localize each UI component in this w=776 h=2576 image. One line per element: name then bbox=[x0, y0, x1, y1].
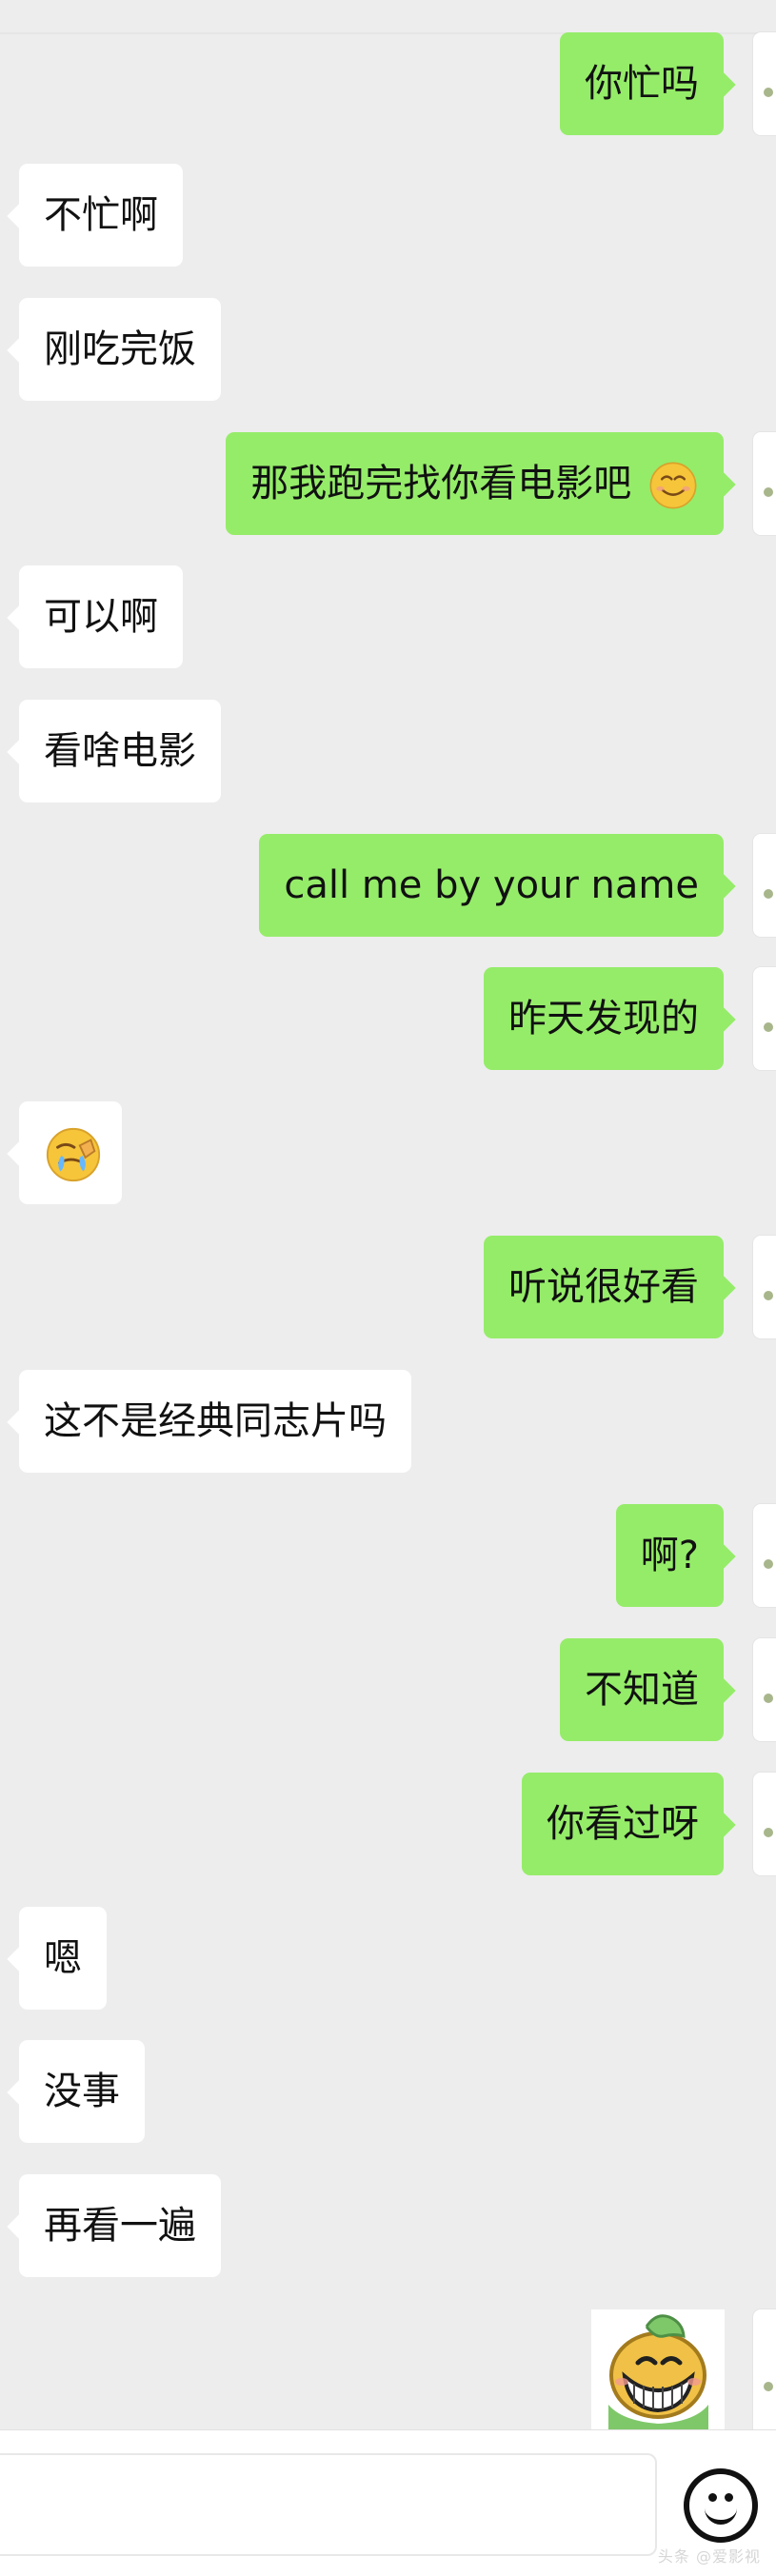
avatar-marker bbox=[764, 1022, 773, 1032]
facepalm-emoji-icon bbox=[46, 1127, 101, 1182]
message-text: 可以啊 bbox=[44, 595, 158, 639]
user-avatar[interactable] bbox=[753, 1504, 776, 1607]
message-bubble-incoming[interactable]: 看啥电影 bbox=[19, 700, 221, 803]
avatar-marker bbox=[764, 2382, 773, 2391]
message-row-outgoing: call me by your name bbox=[0, 834, 776, 948]
message-text: 没事 bbox=[44, 2070, 120, 2113]
message-text: 不知道 bbox=[585, 1668, 699, 1712]
user-avatar[interactable] bbox=[753, 1236, 776, 1338]
user-avatar[interactable] bbox=[753, 1638, 776, 1741]
message-row-outgoing: 昨天发现的 bbox=[0, 967, 776, 1081]
avatar-marker bbox=[764, 1291, 773, 1300]
message-row-incoming: 嗯 bbox=[0, 1907, 776, 2021]
smile-emoji-icon bbox=[649, 462, 697, 509]
avatar-marker bbox=[764, 1694, 773, 1703]
message-bubble-incoming[interactable]: 再看一遍 bbox=[19, 2174, 221, 2277]
message-bubble-outgoing[interactable]: 啊? bbox=[615, 1504, 724, 1607]
message-bubble-outgoing[interactable]: call me by your name bbox=[259, 834, 724, 937]
emoji-smile bbox=[705, 2503, 737, 2525]
grin-sticker-icon bbox=[591, 2309, 725, 2438]
user-avatar[interactable] bbox=[753, 1773, 776, 1875]
message-row-outgoing: 你看过呀 bbox=[0, 1773, 776, 1887]
message-text: 你看过呀 bbox=[547, 1802, 699, 1846]
message-bubble-outgoing[interactable]: 你看过呀 bbox=[522, 1773, 724, 1875]
emoji-eye-left bbox=[708, 2493, 717, 2502]
user-avatar[interactable] bbox=[753, 2309, 776, 2438]
chat-input-bar: 头条 @爱影视 bbox=[0, 2429, 776, 2576]
message-bubble-incoming[interactable]: 嗯 bbox=[19, 1907, 107, 2010]
message-text: 你忙吗 bbox=[585, 62, 699, 106]
message-row-incoming: 没事 bbox=[0, 2040, 776, 2154]
message-text: 啊? bbox=[640, 1534, 699, 1577]
user-avatar[interactable] bbox=[753, 834, 776, 937]
message-bubble-incoming[interactable]: 可以啊 bbox=[19, 565, 183, 668]
avatar-marker bbox=[764, 889, 773, 899]
message-bubble-outgoing[interactable]: 不知道 bbox=[560, 1638, 724, 1741]
message-row-outgoing: 那我跑完找你看电影吧 bbox=[0, 432, 776, 546]
emoji-button-icon[interactable] bbox=[684, 2468, 758, 2543]
message-text: 昨天发现的 bbox=[508, 997, 699, 1040]
message-bubble-incoming[interactable]: 没事 bbox=[19, 2040, 145, 2143]
message-row-incoming: 刚吃完饭 bbox=[0, 298, 776, 412]
message-bubble-outgoing[interactable]: 那我跑完找你看电影吧 bbox=[226, 432, 724, 535]
message-text: 看啥电影 bbox=[44, 729, 196, 773]
message-bubble-incoming[interactable]: 不忙啊 bbox=[19, 164, 183, 267]
message-row-outgoing: 你忙吗 bbox=[0, 32, 776, 147]
avatar-marker bbox=[764, 1828, 773, 1837]
watermark-text: 头条 @爱影视 bbox=[657, 2547, 761, 2566]
message-text: 那我跑完找你看电影吧 bbox=[250, 462, 632, 505]
message-text: 嗯 bbox=[44, 1936, 82, 1980]
message-text: 不忙啊 bbox=[44, 193, 158, 237]
message-text: call me by your name bbox=[284, 863, 699, 907]
message-row-outgoing: 听说很好看 bbox=[0, 1236, 776, 1350]
user-avatar[interactable] bbox=[753, 432, 776, 535]
message-input[interactable] bbox=[0, 2453, 657, 2556]
message-text: 这不是经典同志片吗 bbox=[44, 1399, 387, 1443]
user-avatar[interactable] bbox=[753, 32, 776, 135]
avatar-marker bbox=[764, 1559, 773, 1569]
message-row-incoming: 不忙啊 bbox=[0, 164, 776, 278]
message-row-incoming bbox=[0, 1101, 776, 1216]
message-row-outgoing: 啊? bbox=[0, 1504, 776, 1618]
message-text: 再看一遍 bbox=[44, 2204, 196, 2248]
message-row-outgoing: 不知道 bbox=[0, 1638, 776, 1753]
message-row-incoming: 这不是经典同志片吗 bbox=[0, 1370, 776, 1484]
message-bubble-outgoing[interactable]: 听说很好看 bbox=[484, 1236, 724, 1338]
message-row-incoming: 再看一遍 bbox=[0, 2174, 776, 2289]
message-text: 刚吃完饭 bbox=[44, 327, 196, 371]
user-avatar[interactable] bbox=[753, 967, 776, 1070]
message-bubble-incoming[interactable]: 这不是经典同志片吗 bbox=[19, 1370, 411, 1473]
message-row-incoming: 看啥电影 bbox=[0, 700, 776, 814]
message-row-incoming: 可以啊 bbox=[0, 565, 776, 680]
avatar-marker bbox=[764, 487, 773, 497]
message-bubble-outgoing[interactable]: 昨天发现的 bbox=[484, 967, 724, 1070]
message-bubble-incoming[interactable]: 刚吃完饭 bbox=[19, 298, 221, 401]
emoji-eye-right bbox=[725, 2493, 733, 2502]
sticker-message[interactable] bbox=[591, 2309, 725, 2438]
avatar-marker bbox=[764, 88, 773, 97]
message-bubble-outgoing[interactable]: 你忙吗 bbox=[560, 32, 724, 135]
message-bubble-incoming[interactable] bbox=[19, 1101, 122, 1204]
message-text: 听说很好看 bbox=[508, 1265, 699, 1309]
